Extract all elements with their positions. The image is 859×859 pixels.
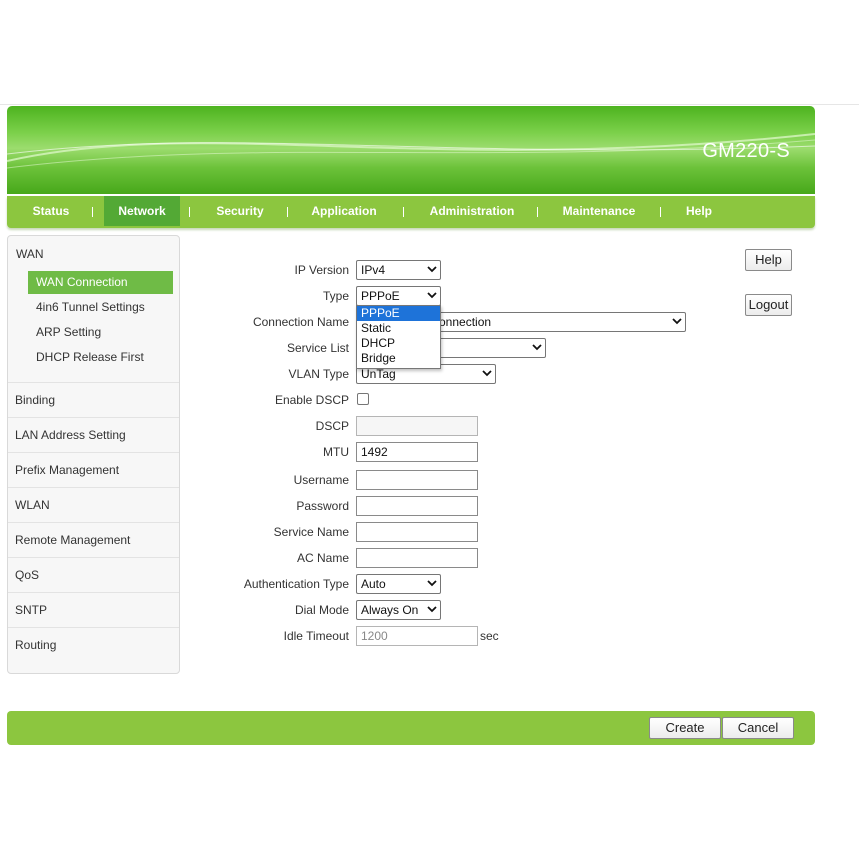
vlan-type-label: VLAN Type xyxy=(288,367,349,381)
row-dial-mode: Dial Mode Always On xyxy=(0,600,500,620)
auth-type-label: Authentication Type xyxy=(243,577,349,591)
dscp-input[interactable] xyxy=(356,416,478,436)
chevron-down-icon xyxy=(427,266,437,273)
dial-mode-label: Dial Mode xyxy=(294,603,349,617)
chevron-down-icon xyxy=(427,292,437,299)
nav-separator xyxy=(403,207,404,217)
mtu-label: MTU xyxy=(323,445,349,459)
cancel-button[interactable]: Cancel xyxy=(722,717,794,739)
enable-dscp-checkbox[interactable] xyxy=(357,393,369,405)
create-button[interactable]: Create xyxy=(649,717,721,739)
footer-bar: Create Cancel xyxy=(7,711,815,745)
ip-version-value: IPv4 xyxy=(361,263,386,277)
dscp-label: DSCP xyxy=(315,419,349,433)
row-dscp: DSCP xyxy=(0,416,500,436)
auth-type-value: Auto xyxy=(361,577,386,591)
row-password: Password xyxy=(0,496,500,516)
nav-separator xyxy=(537,207,538,217)
row-enable-dscp: Enable DSCP xyxy=(0,390,500,410)
device-model-title: GM220-S xyxy=(702,140,790,162)
banner-swoosh-graphic xyxy=(7,133,815,169)
mtu-input[interactable]: 1492 xyxy=(356,442,478,462)
nav-network[interactable]: Network xyxy=(104,196,180,226)
chevron-down-icon xyxy=(427,606,437,613)
enable-dscp-label: Enable DSCP xyxy=(274,393,349,407)
vlan-type-value: UnTag xyxy=(361,367,396,381)
nav-help[interactable]: Help xyxy=(679,196,719,226)
ac-name-label: AC Name xyxy=(296,551,349,565)
ac-name-input[interactable] xyxy=(356,548,478,568)
top-divider xyxy=(0,104,859,105)
ip-version-select[interactable]: IPv4 xyxy=(356,260,441,280)
nav-status[interactable]: Status xyxy=(19,196,83,226)
logout-button[interactable]: Logout xyxy=(745,294,792,316)
row-auth-type: Authentication Type Auto xyxy=(0,574,500,594)
nav-separator xyxy=(660,207,661,217)
dial-mode-value: Always On xyxy=(361,603,419,617)
nav-application[interactable]: Application xyxy=(305,196,383,226)
chevron-down-icon xyxy=(672,318,682,325)
username-input[interactable] xyxy=(356,470,478,490)
password-input[interactable] xyxy=(356,496,478,516)
type-label: Type xyxy=(322,289,349,303)
row-username: Username xyxy=(0,470,500,490)
service-name-input[interactable] xyxy=(356,522,478,542)
nav-maintenance[interactable]: Maintenance xyxy=(557,196,641,226)
nav-separator xyxy=(287,207,288,217)
service-name-label: Service Name xyxy=(273,525,349,539)
type-value: PPPoE xyxy=(361,289,400,303)
type-option-bridge[interactable]: Bridge xyxy=(357,351,440,366)
sidebar-group-wan[interactable]: WAN xyxy=(16,247,44,261)
main-nav: Status Network Security Application Admi… xyxy=(7,196,815,228)
row-service-name: Service Name xyxy=(0,522,500,542)
type-option-dhcp[interactable]: DHCP xyxy=(357,336,440,351)
nav-security[interactable]: Security xyxy=(207,196,273,226)
row-ip-version: IP Version IPv4 xyxy=(0,260,500,280)
password-label: Password xyxy=(296,499,349,513)
chevron-down-icon xyxy=(482,370,492,377)
type-option-static[interactable]: Static xyxy=(357,321,440,336)
row-idle-timeout: Idle Timeout 1200 sec xyxy=(0,626,500,646)
idle-timeout-label: Idle Timeout xyxy=(283,629,349,643)
row-ac-name: AC Name xyxy=(0,548,500,568)
ip-version-label: IP Version xyxy=(294,263,349,277)
type-select[interactable]: PPPoE xyxy=(356,286,441,306)
username-label: Username xyxy=(293,473,349,487)
header-banner: GM220-S xyxy=(7,106,815,194)
type-dropdown-list: PPPoE Static DHCP Bridge xyxy=(356,305,441,369)
dial-mode-select[interactable]: Always On xyxy=(356,600,441,620)
idle-timeout-input[interactable]: 1200 xyxy=(356,626,478,646)
service-list-label: Service List xyxy=(286,341,349,355)
nav-separator xyxy=(189,207,190,217)
row-mtu: MTU 1492 xyxy=(0,442,500,462)
nav-administration[interactable]: Administration xyxy=(422,196,522,226)
idle-timeout-unit: sec xyxy=(480,629,499,643)
connection-name-label: Connection Name xyxy=(252,315,349,329)
chevron-down-icon xyxy=(532,344,542,351)
type-option-pppoe[interactable]: PPPoE xyxy=(357,306,440,321)
auth-type-select[interactable]: Auto xyxy=(356,574,441,594)
chevron-down-icon xyxy=(427,580,437,587)
row-type: Type PPPoE xyxy=(0,286,500,306)
connection-name-value: onnection xyxy=(439,315,492,329)
nav-separator xyxy=(92,207,93,217)
help-button[interactable]: Help xyxy=(745,249,792,271)
